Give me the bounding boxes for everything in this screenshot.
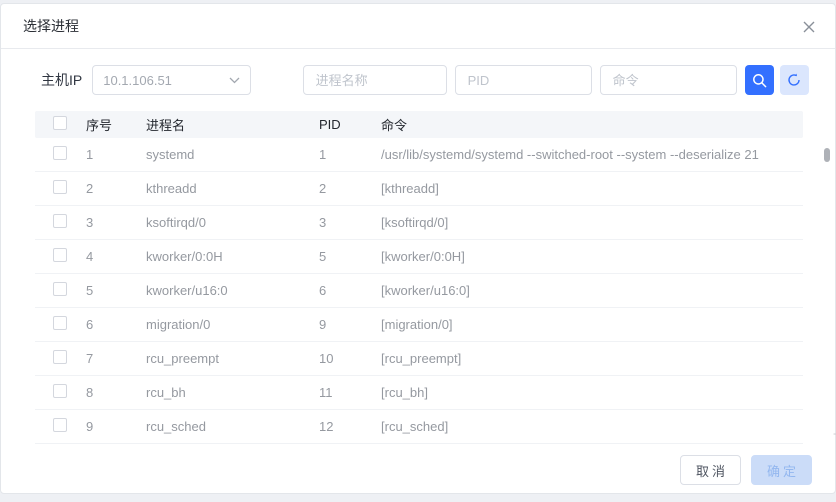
row-checkbox[interactable] — [53, 418, 67, 432]
row-command: [migration/0] — [381, 317, 803, 332]
row-command: [rcu_bh] — [381, 385, 803, 400]
row-pid: 6 — [319, 283, 381, 298]
row-pid: 1 — [319, 147, 381, 162]
row-index: 8 — [86, 385, 146, 400]
dialog-title: 选择进程 — [23, 16, 79, 36]
row-pid: 3 — [319, 215, 381, 230]
row-index: 9 — [86, 419, 146, 434]
host-ip-select[interactable]: 10.1.106.51 — [92, 65, 250, 95]
row-pid: 11 — [319, 385, 381, 400]
dialog-header: 选择进程 — [1, 4, 835, 49]
row-checkbox[interactable] — [53, 384, 67, 398]
row-pid: 9 — [319, 317, 381, 332]
row-process-name: kworker/0:0H — [146, 249, 319, 264]
table-row[interactable]: 5 kworker/u16:0 6 [kworker/u16:0] — [35, 274, 803, 308]
refresh-icon — [787, 73, 801, 87]
row-process-name: rcu_sched — [146, 419, 319, 434]
confirm-button[interactable]: 确定 — [751, 455, 812, 485]
row-pid: 5 — [319, 249, 381, 264]
cancel-button[interactable]: 取消 — [680, 455, 741, 485]
row-checkbox[interactable] — [53, 282, 67, 296]
row-command: [kworker/u16:0] — [381, 283, 803, 298]
search-button[interactable] — [745, 65, 774, 95]
table-header-row: 序号 进程名 PID 命令 — [35, 111, 803, 138]
row-process-name: kthreadd — [146, 181, 319, 196]
table-row[interactable]: 3 ksoftirqd/0 3 [ksoftirqd/0] — [35, 206, 803, 240]
command-input[interactable] — [600, 65, 737, 95]
table-row[interactable]: 1 systemd 1 /usr/lib/systemd/systemd --s… — [35, 138, 803, 172]
row-checkbox[interactable] — [53, 146, 67, 160]
row-index: 4 — [86, 249, 146, 264]
row-checkbox[interactable] — [53, 180, 67, 194]
select-all-checkbox[interactable] — [53, 116, 67, 130]
row-pid: 12 — [319, 419, 381, 434]
row-process-name: rcu_preempt — [146, 351, 319, 366]
col-header-pid: PID — [319, 117, 381, 132]
host-ip-value: 10.1.106.51 — [103, 73, 228, 88]
close-icon[interactable] — [799, 17, 819, 37]
row-command: [rcu_preempt] — [381, 351, 803, 366]
row-command: [rcu_sched] — [381, 419, 803, 434]
pid-input[interactable] — [455, 65, 592, 95]
col-header-index: 序号 — [86, 115, 146, 134]
row-index: 2 — [86, 181, 146, 196]
row-checkbox[interactable] — [53, 248, 67, 262]
row-index: 3 — [86, 215, 146, 230]
row-command: [kworker/0:0H] — [381, 249, 803, 264]
row-index: 7 — [86, 351, 146, 366]
row-index: 1 — [86, 147, 146, 162]
chevron-down-icon — [229, 77, 240, 84]
table-row[interactable]: 6 migration/0 9 [migration/0] — [35, 308, 803, 342]
vertical-scrollbar-thumb[interactable] — [824, 148, 830, 162]
row-process-name: rcu_bh — [146, 385, 319, 400]
row-process-name: migration/0 — [146, 317, 319, 332]
table-row[interactable]: 8 rcu_bh 11 [rcu_bh] — [35, 376, 803, 410]
process-name-input[interactable] — [303, 65, 447, 95]
table-body: 1 systemd 1 /usr/lib/systemd/systemd --s… — [35, 138, 803, 444]
row-checkbox[interactable] — [53, 316, 67, 330]
host-ip-label: 主机IP — [41, 70, 82, 90]
table-row[interactable]: 2 kthreadd 2 [kthreadd] — [35, 172, 803, 206]
refresh-button[interactable] — [780, 65, 809, 95]
table-row[interactable]: 9 rcu_sched 12 [rcu_sched] — [35, 410, 803, 444]
col-header-command: 命令 — [381, 115, 803, 134]
search-icon — [752, 73, 767, 88]
row-index: 5 — [86, 283, 146, 298]
row-command: /usr/lib/systemd/systemd --switched-root… — [381, 147, 803, 162]
row-pid: 2 — [319, 181, 381, 196]
row-pid: 10 — [319, 351, 381, 366]
row-checkbox[interactable] — [53, 350, 67, 364]
row-process-name: kworker/u16:0 — [146, 283, 319, 298]
process-table: 序号 进程名 PID 命令 1 systemd 1 /usr/lib/syste… — [35, 111, 803, 444]
row-index: 6 — [86, 317, 146, 332]
row-command: [kthreadd] — [381, 181, 803, 196]
col-header-name: 进程名 — [146, 115, 319, 134]
filter-bar: 主机IP 10.1.106.51 — [41, 65, 809, 95]
row-command: [ksoftirqd/0] — [381, 215, 803, 230]
dialog-footer: 取消 确定 — [680, 455, 812, 485]
row-checkbox[interactable] — [53, 214, 67, 228]
table-row[interactable]: 4 kworker/0:0H 5 [kworker/0:0H] — [35, 240, 803, 274]
table-row[interactable]: 7 rcu_preempt 10 [rcu_preempt] — [35, 342, 803, 376]
select-process-dialog: 选择进程 主机IP 10.1.106.51 序号 进程名 PID — [0, 3, 836, 494]
row-process-name: ksoftirqd/0 — [146, 215, 319, 230]
row-process-name: systemd — [146, 147, 319, 162]
